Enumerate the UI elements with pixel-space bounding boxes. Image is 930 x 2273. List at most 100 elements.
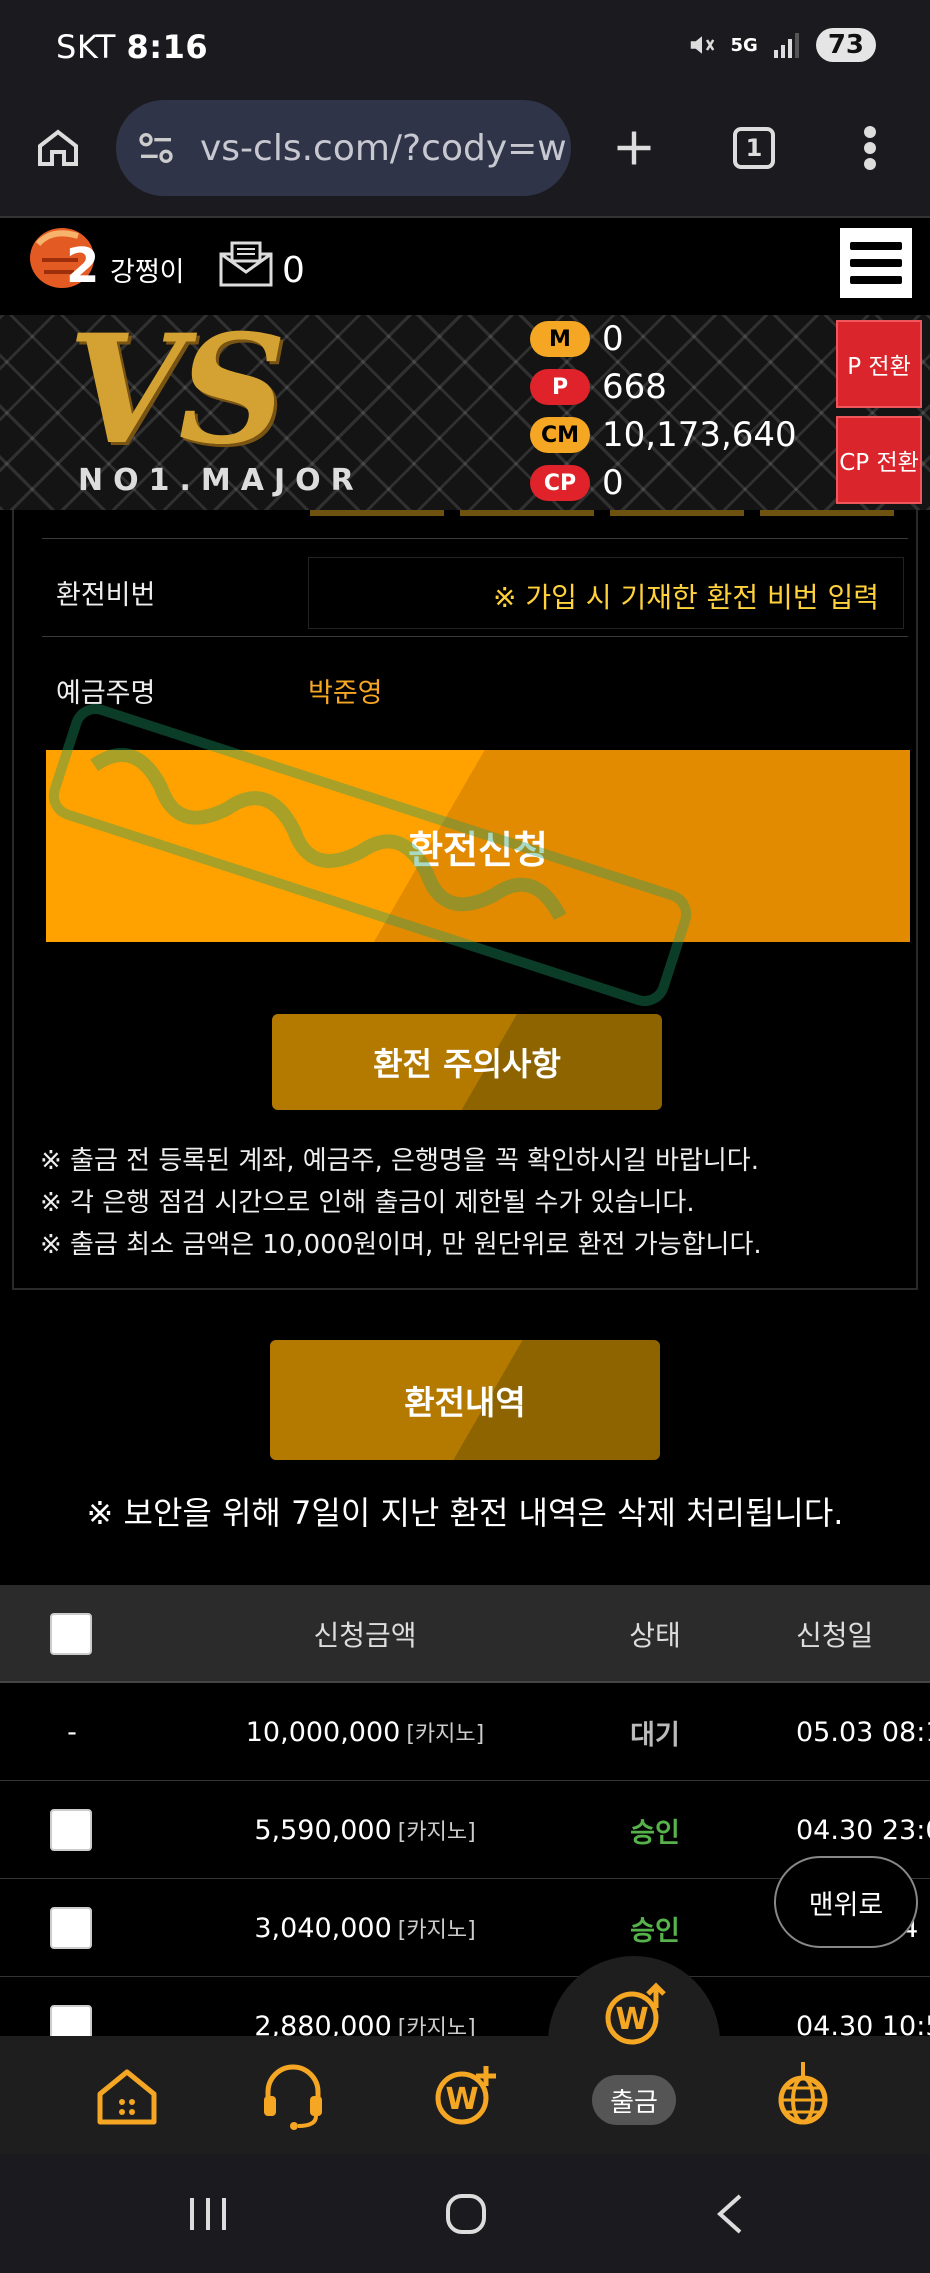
browser-menu-button[interactable] <box>840 118 900 178</box>
deposit-nav-icon[interactable]: W <box>430 2060 500 2130</box>
home-button[interactable] <box>28 118 88 178</box>
withdraw-panel: 환전비번 ※ 가입 시 기재한 환전 비번 입력 예금주명 박준영 환전신청 환… <box>12 510 918 1290</box>
home-circle-icon <box>446 2194 486 2234</box>
globe-casino-icon[interactable] <box>768 2060 838 2130</box>
col-status: 상태 <box>629 1619 681 1652</box>
row-checkbox[interactable] <box>50 1907 92 1949</box>
url-text: vs-cls.com/?cody=w <box>200 127 567 169</box>
depositor-row: 예금주명 박준영 <box>42 636 908 734</box>
cp-badge: CP <box>530 465 590 501</box>
pin-label: 환전비번 <box>56 580 156 611</box>
row-check-cell <box>50 1781 94 1879</box>
home-system-button[interactable] <box>436 2184 496 2244</box>
row-amount: 3,040,000 <box>254 1912 392 1944</box>
logo-subtitle: NO1.MAJOR <box>78 463 364 498</box>
support-headset-icon[interactable] <box>258 2060 328 2130</box>
points-list: M 0 P 668 CM 10,173,640 CP 0 <box>530 315 797 507</box>
new-tab-button[interactable] <box>604 118 664 178</box>
recents-icon <box>190 2198 226 2230</box>
withdraw-history-label: 환전내역 <box>404 1383 526 1422</box>
mute-icon <box>690 36 714 54</box>
more-vert-icon <box>864 126 876 170</box>
withdraw-history-button[interactable]: 환전내역 <box>270 1340 660 1460</box>
notice-3: ※ 출금 최소 금액은 10,000원이며, 만 원단위로 환전 가능합니다. <box>40 1230 762 1260</box>
m-value: 0 <box>602 319 624 359</box>
point-row-m: M 0 <box>530 315 797 363</box>
row-amount-cell: 5,590,000 [카지노] <box>180 1781 550 1879</box>
row-category: [카지노] <box>406 1722 485 1747</box>
svg-text:W: W <box>445 2082 478 2117</box>
select-all-checkbox[interactable] <box>50 1613 92 1655</box>
mail-count: 0 <box>282 250 305 291</box>
select-all-cell <box>50 1585 94 1683</box>
system-nav-bar <box>0 2154 930 2273</box>
col-amount: 신청금액 <box>313 1619 417 1652</box>
point-row-cm: CM 10,173,640 <box>530 411 797 459</box>
pin-placeholder: ※ 가입 시 기재한 환전 비번 입력 <box>493 581 879 614</box>
row-amount: 10,000,000 <box>245 1716 401 1748</box>
row-amount: 5,590,000 <box>254 1814 392 1846</box>
row-check-cell: - <box>67 1716 77 1748</box>
back-button[interactable] <box>700 2184 760 2244</box>
depositor-value: 박준영 <box>308 678 383 709</box>
home-nav-icon[interactable] <box>92 2062 162 2132</box>
row-amount-cell: 10,000,000 [카지노] <box>180 1683 550 1781</box>
p-value: 668 <box>602 367 667 407</box>
row-check-cell <box>50 1879 94 1977</box>
col-date: 신청일 <box>796 1619 874 1652</box>
site-menu-button[interactable] <box>840 228 912 298</box>
row-status: 승인 <box>630 1817 680 1849</box>
table-row: 5,590,000 [카지노] 승인 04.30 23:0 <box>0 1781 930 1879</box>
clock: 8:16 <box>126 28 209 66</box>
p-badge: P <box>530 369 590 405</box>
signal-icon <box>773 33 799 58</box>
history-table: 신청금액 상태 신청일 - 10,000,000 [카지노] 대기 05.03 0… <box>0 1585 930 2075</box>
withdraw-caution-label: 환전 주의사항 <box>373 1045 561 1083</box>
back-icon <box>717 2194 742 2234</box>
row-amount-cell: 3,040,000 [카지노] <box>180 1879 550 1977</box>
row-status: 대기 <box>630 1719 680 1751</box>
m-badge: M <box>530 321 590 357</box>
cp-convert-button[interactable]: CP 전환 <box>836 416 922 504</box>
row-category: [카지노] <box>397 1820 476 1845</box>
nickname[interactable]: 강쩡이 <box>110 250 185 289</box>
plus-icon <box>617 131 651 165</box>
tab-switcher-button[interactable]: 1 <box>724 118 784 178</box>
scroll-top-button[interactable]: 맨위로 <box>774 1856 918 1948</box>
table-header: 신청금액 상태 신청일 <box>0 1585 930 1683</box>
withdraw-nav-label[interactable]: 출금 <box>592 2075 676 2125</box>
apply-withdraw-button[interactable]: 환전신청 <box>46 750 910 942</box>
cm-badge: CM <box>530 417 590 453</box>
notice-2: ※ 각 은행 점검 시간으로 인해 출금이 제한될 수가 있습니다. <box>40 1188 695 1218</box>
cm-value: 10,173,640 <box>602 415 797 455</box>
row-category: [카지노] <box>397 1918 476 1943</box>
tab-strip <box>14 510 920 516</box>
p-convert-button[interactable]: P 전환 <box>836 320 922 408</box>
status-icons: 5G 73 <box>687 28 876 62</box>
table-row: - 10,000,000 [카지노] 대기 05.03 08:1 <box>0 1683 930 1781</box>
carrier: SKT <box>56 28 116 66</box>
browser-toolbar: vs-cls.com/?cody=w 1 <box>0 100 930 218</box>
point-row-p: P 668 <box>530 363 797 411</box>
status-bar: SKT 8:16 5G 73 <box>0 0 930 100</box>
withdraw-nav-icon[interactable]: W <box>600 1980 670 2050</box>
site-logo[interactable]: VS <box>68 315 287 465</box>
status-left: SKT 8:16 <box>56 28 208 66</box>
withdraw-caution-button[interactable]: 환전 주의사항 <box>272 1014 662 1110</box>
network-icon: 5G <box>730 34 758 56</box>
security-note: ※ 보안을 위해 7일이 지난 환전 내역은 삭제 처리됩니다. <box>86 1494 844 1532</box>
depositor-label: 예금주명 <box>56 678 156 709</box>
level-number: 2 <box>66 238 100 294</box>
row-checkbox[interactable] <box>50 1809 92 1851</box>
points-banner: VS NO1.MAJOR M 0 P 668 CM 10,173,640 CP … <box>0 315 930 510</box>
recents-button[interactable] <box>178 2184 238 2244</box>
mail-icon[interactable] <box>218 240 274 288</box>
apply-withdraw-label: 환전신청 <box>408 827 548 872</box>
pin-row: 환전비번 ※ 가입 시 기재한 환전 비번 입력 <box>42 538 908 636</box>
site-settings-icon[interactable] <box>134 128 178 168</box>
withdraw-pin-input[interactable]: ※ 가입 시 기재한 환전 비번 입력 <box>308 557 904 629</box>
home-icon <box>38 129 78 166</box>
cp-value: 0 <box>602 463 624 503</box>
address-bar[interactable]: vs-cls.com/?cody=w <box>116 100 571 196</box>
point-row-cp: CP 0 <box>530 459 797 507</box>
